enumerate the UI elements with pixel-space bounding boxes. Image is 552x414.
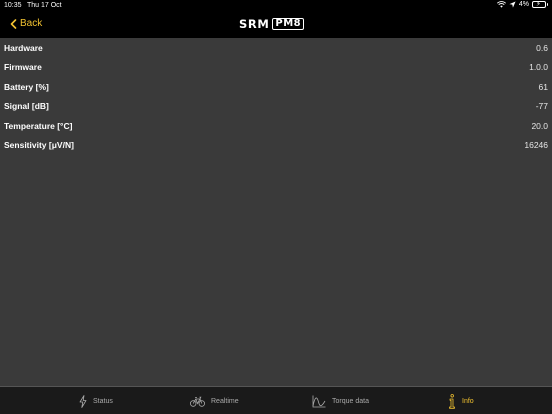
tab-status[interactable]: Status [79,387,113,414]
info-row-sensitivity: Sensitivity [μV/N] 16246 [0,136,552,156]
battery-charging-icon: ⚡ [532,1,548,8]
row-label: Hardware [4,42,43,53]
info-row-firmware: Firmware 1.0.0 [0,58,552,78]
info-row-battery: Battery [%] 61 [0,77,552,97]
tab-info[interactable]: Info [448,387,474,414]
row-label: Sensitivity [μV/N] [4,140,74,151]
row-label: Firmware [4,62,42,73]
tab-label: Realtime [211,397,239,405]
status-bar: 10:35 Thu 17 Oct 4% ⚡ [0,0,552,12]
tab-label: Status [93,397,113,405]
row-label: Signal [dB] [4,101,49,112]
lightning-icon [79,394,87,408]
tab-realtime[interactable]: Realtime [190,387,239,414]
navigation-bar: Back SRM PM8 [0,12,552,38]
info-row-signal: Signal [dB] -77 [0,97,552,117]
row-label: Battery [%] [4,81,49,92]
status-time: 10:35 [4,2,22,9]
row-value: 20.0 [531,120,548,131]
back-button[interactable]: Back [10,18,42,29]
tab-bar: Status Realtime Torque data Info [0,386,552,414]
info-row-hardware: Hardware 0.6 [0,38,552,58]
back-label: Back [20,18,43,29]
tab-label: Torque data [332,397,369,405]
info-icon [449,393,455,409]
row-value: 16246 [524,140,548,151]
battery-percent: 4% [518,1,529,8]
logo-pm8-box: PM8 [272,18,305,30]
row-value: 0.6 [536,42,548,53]
bicycle-icon [190,396,205,407]
chevron-left-icon [10,18,17,29]
tab-torque-data[interactable]: Torque data [312,387,369,414]
logo-srm-text: SRM [239,17,270,31]
info-row-temperature: Temperature [°C] 20.0 [0,116,552,136]
srm-pm8-logo: SRM PM8 [239,17,305,31]
row-label: Temperature [°C] [4,120,73,131]
status-indicators: 4% ⚡ [496,1,548,8]
wifi-icon [496,1,506,8]
row-value: 1.0.0 [529,62,548,73]
location-arrow-icon [509,1,516,8]
status-date: Thu 17 Oct [27,2,62,9]
device-info-list: Hardware 0.6 Firmware 1.0.0 Battery [%] … [0,38,552,155]
row-value: 61 [538,81,548,92]
torque-graph-icon [312,395,326,407]
row-value: -77 [535,101,548,112]
tab-label: Info [462,397,474,405]
